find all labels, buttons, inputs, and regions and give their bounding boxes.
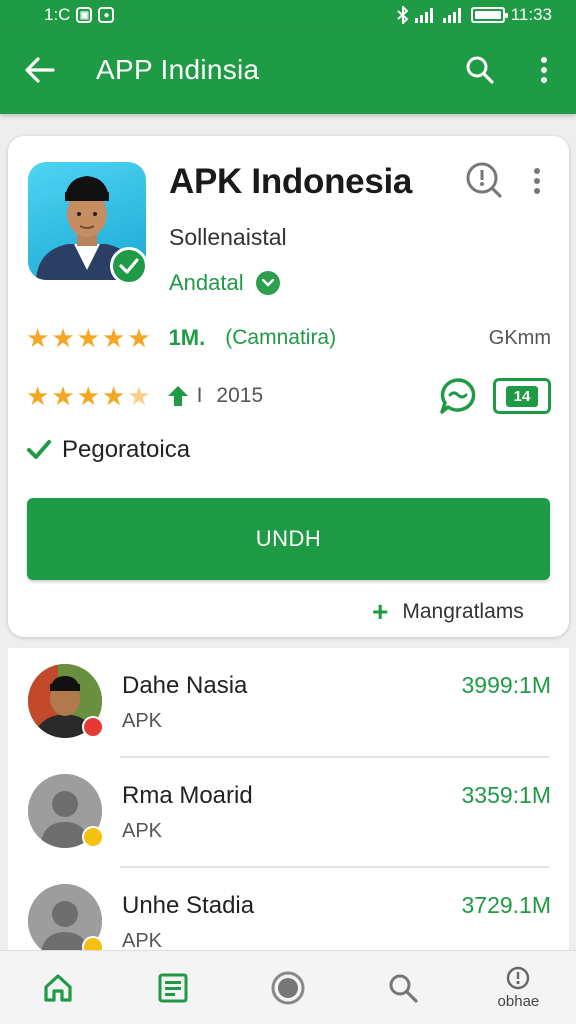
- star-icon: ★: [26, 323, 50, 353]
- star-icon: ★: [76, 381, 100, 411]
- arrow-back-icon: [25, 57, 55, 83]
- content-rating-value: 14: [505, 385, 539, 407]
- category-label: Andatal: [169, 270, 244, 295]
- status-badge: [82, 716, 104, 738]
- upload-arrow-icon: [165, 383, 191, 409]
- overflow-menu-button[interactable]: [528, 52, 560, 88]
- news-icon: [158, 973, 188, 1002]
- check-badge-icon: [27, 440, 51, 459]
- status-badge: [82, 826, 104, 848]
- app-bar-title: APP Indinsia: [96, 54, 260, 85]
- signal-icon-2: [442, 7, 465, 23]
- nav-search[interactable]: [346, 951, 461, 1024]
- record-icon: [271, 971, 305, 1004]
- star-icon: ★: [51, 381, 75, 411]
- list-item-size: 3999:1M: [461, 672, 551, 698]
- gallery-notification-icon: ▣: [76, 7, 93, 23]
- list-item-size: 3359:1M: [461, 782, 551, 808]
- star-icon: ★: [76, 323, 100, 353]
- chat-icon: [440, 378, 476, 414]
- nav-record[interactable]: [230, 951, 345, 1024]
- install-button[interactable]: UNDH: [27, 498, 550, 580]
- chevron-down-icon: [255, 271, 280, 295]
- content-rating-badge[interactable]: 14: [493, 378, 551, 414]
- rating-stars: ★ ★ ★ ★ ★: [26, 325, 151, 351]
- status-bar: 1:C ▣ ● 11:33: [0, 0, 576, 30]
- check-icon: [119, 258, 139, 274]
- status-clock: 11:33: [510, 5, 552, 24]
- status-time: 1:C: [44, 5, 71, 24]
- list-item[interactable]: Dahe Nasia APK 3999:1M: [8, 648, 569, 758]
- app-info-button[interactable]: [464, 160, 504, 200]
- nav-info-label: obhae: [497, 993, 540, 1010]
- more-link-label: Mangratlams: [402, 600, 524, 623]
- search-button[interactable]: [462, 52, 498, 88]
- battery-icon: [470, 7, 508, 23]
- star-icon: ★: [101, 323, 126, 353]
- verified-badge: [110, 247, 148, 285]
- list-item-type: APK: [122, 930, 163, 950]
- feature-item: Pegoratoica: [26, 436, 190, 464]
- search-icon: [466, 56, 494, 84]
- bottom-navigation: obhae: [0, 950, 576, 1024]
- stats-row: ★ ★ ★ ★ ★ I 2015 14: [26, 376, 551, 416]
- app-name: APK Indonesia: [169, 162, 413, 201]
- developer-name[interactable]: Sollenaistal: [169, 224, 287, 251]
- notification-icon: ●: [98, 7, 115, 23]
- info-icon: [507, 966, 530, 990]
- star-icon: ★: [26, 381, 50, 411]
- app-size: GKmm: [488, 326, 551, 349]
- star-icon: ★: [51, 323, 75, 353]
- list-item-name: Unhe Stadia: [122, 892, 255, 919]
- list-item-type: APK: [122, 820, 163, 842]
- app-detail-card: APK Indonesia Sollenaistal Andatal ★ ★ ★…: [8, 136, 569, 637]
- secondary-rating-stars: ★ ★ ★ ★ ★: [26, 383, 151, 409]
- list-item-type: APK: [122, 710, 163, 732]
- chat-button[interactable]: [437, 375, 479, 417]
- rating-row: ★ ★ ★ ★ ★ 1M. (Camnatira) GKmm: [26, 322, 551, 354]
- star-icon: ★: [101, 381, 126, 411]
- signal-icon: [414, 7, 437, 23]
- release-year: 2015: [216, 384, 264, 407]
- rating-description: (Camnatira): [225, 326, 337, 349]
- home-icon: [43, 973, 72, 1002]
- status-badge: [82, 936, 104, 950]
- list-item[interactable]: Unhe Stadia APK 3729.1M: [8, 868, 569, 950]
- search-icon: [389, 974, 418, 1003]
- info-search-icon: [466, 162, 502, 198]
- nav-home[interactable]: [0, 951, 115, 1024]
- star-icon: ★: [127, 323, 151, 353]
- list-item[interactable]: Rma Moarid APK 3359:1M: [8, 758, 569, 868]
- more-link[interactable]: + Mangratlams: [372, 598, 524, 626]
- feature-label: Pegoratoica: [62, 436, 191, 463]
- star-half-icon: ★: [127, 381, 151, 411]
- list-item-size: 3729.1M: [461, 892, 551, 918]
- nav-news[interactable]: [115, 951, 230, 1024]
- stat-prefix: I: [196, 384, 203, 407]
- app-bar: APP Indinsia: [0, 30, 576, 114]
- list-item-name: Dahe Nasia: [122, 672, 248, 699]
- more-vert-icon: [534, 168, 540, 194]
- related-apps-list: Dahe Nasia APK 3999:1M Rma Moarid APK 33…: [8, 648, 569, 950]
- plus-icon: +: [372, 596, 389, 627]
- rating-count: 1M.: [168, 325, 206, 350]
- card-overflow-button[interactable]: [526, 164, 548, 198]
- nav-info[interactable]: obhae: [461, 951, 576, 1024]
- back-button[interactable]: [22, 52, 58, 88]
- bluetooth-icon: [397, 6, 409, 24]
- app-category[interactable]: Andatal: [169, 270, 280, 296]
- more-vert-icon: [541, 57, 547, 83]
- list-item-name: Rma Moarid: [122, 782, 253, 809]
